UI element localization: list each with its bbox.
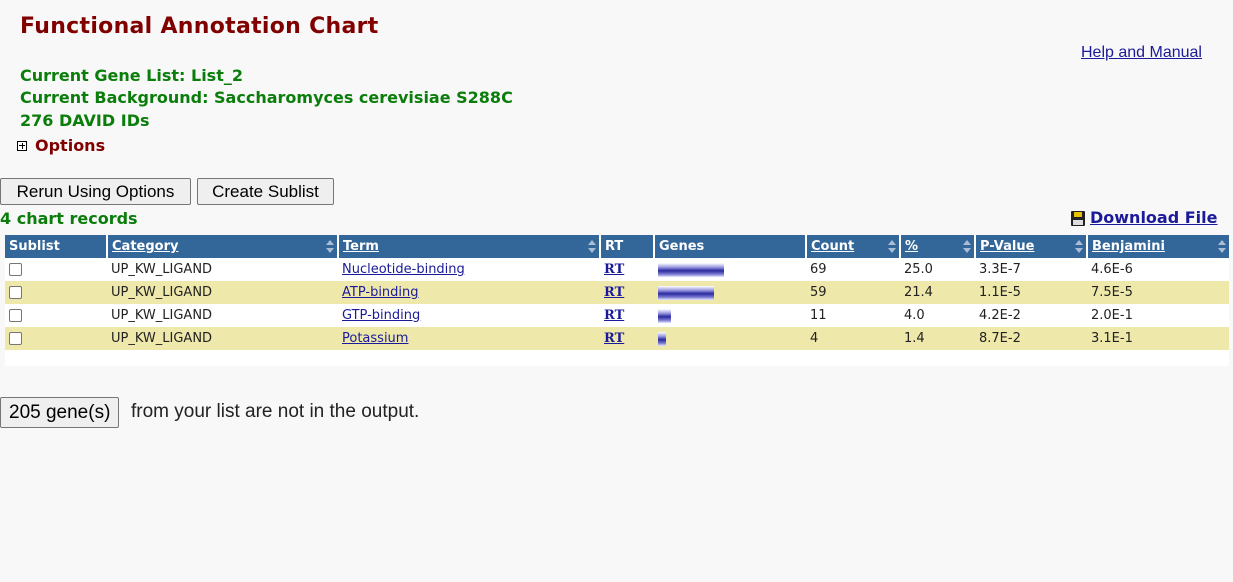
- sublist-checkbox[interactable]: [9, 263, 22, 276]
- header-pvalue[interactable]: P-Value: [974, 235, 1087, 258]
- sort-icon[interactable]: [963, 240, 971, 253]
- download-file-link[interactable]: Download File: [1071, 208, 1218, 227]
- gene-bar[interactable]: [658, 308, 671, 323]
- create-sublist-button[interactable]: Create Sublist: [197, 178, 334, 205]
- sublist-checkbox[interactable]: [9, 332, 22, 345]
- count-cell: 69: [806, 258, 900, 281]
- count-cell: 11: [806, 304, 900, 327]
- sort-icon[interactable]: [1218, 240, 1226, 253]
- pvalue-cell: 4.2E-2: [975, 304, 1087, 327]
- header-count[interactable]: Count: [805, 235, 900, 258]
- benjamini-cell: 7.5E-5: [1087, 281, 1229, 304]
- term-link[interactable]: ATP-binding: [342, 285, 419, 300]
- rerun-using-options-button[interactable]: Rerun Using Options: [0, 178, 191, 205]
- count-cell: 59: [806, 281, 900, 304]
- header-benjamini[interactable]: Benjamini: [1086, 235, 1229, 258]
- percent-cell: 4.0: [900, 304, 975, 327]
- sublist-checkbox[interactable]: [9, 286, 22, 299]
- pvalue-cell: 1.1E-5: [975, 281, 1087, 304]
- percent-cell: 1.4: [900, 327, 975, 350]
- annotation-results-table: Sublist Category Term RT Genes Count % P…: [5, 235, 1229, 366]
- gene-bar[interactable]: [658, 331, 666, 346]
- term-link[interactable]: Nucleotide-binding: [342, 262, 465, 277]
- sort-icon[interactable]: [888, 240, 896, 253]
- category-cell: UP_KW_LIGAND: [107, 281, 338, 304]
- benjamini-cell: 3.1E-1: [1087, 327, 1229, 350]
- header-sublist: Sublist: [5, 235, 107, 258]
- rt-link[interactable]: RT: [604, 331, 624, 346]
- table-row: UP_KW_LIGAND GTP-binding RT 11 4.0 4.2E-…: [5, 304, 1229, 327]
- benjamini-cell: 4.6E-6: [1087, 258, 1229, 281]
- gene-bar[interactable]: [658, 285, 714, 300]
- david-ids-count: 276 DAVID IDs: [20, 111, 150, 130]
- term-link[interactable]: Potassium: [342, 331, 408, 346]
- pvalue-cell: 3.3E-7: [975, 258, 1087, 281]
- header-rt: RT: [599, 235, 654, 258]
- options-label[interactable]: Options: [35, 136, 105, 155]
- sublist-checkbox[interactable]: [9, 309, 22, 322]
- sort-icon[interactable]: [1075, 240, 1083, 253]
- rt-link[interactable]: RT: [604, 262, 624, 277]
- pvalue-cell: 8.7E-2: [975, 327, 1087, 350]
- rt-link[interactable]: RT: [604, 285, 624, 300]
- header-genes: Genes: [653, 235, 806, 258]
- current-gene-list: Current Gene List: List_2: [20, 66, 243, 85]
- sort-icon[interactable]: [588, 240, 596, 253]
- chart-records-count: 4 chart records: [0, 209, 138, 228]
- sort-icon[interactable]: [326, 240, 334, 253]
- term-link[interactable]: GTP-binding: [342, 308, 420, 323]
- genes-not-in-output-button[interactable]: 205 gene(s): [0, 397, 120, 428]
- table-spacer-row: [5, 350, 1229, 366]
- percent-cell: 21.4: [900, 281, 975, 304]
- category-cell: UP_KW_LIGAND: [107, 327, 338, 350]
- category-cell: UP_KW_LIGAND: [107, 304, 338, 327]
- header-percent[interactable]: %: [899, 235, 975, 258]
- header-category[interactable]: Category: [106, 235, 338, 258]
- help-and-manual-link[interactable]: Help and Manual: [1081, 44, 1202, 62]
- expand-plus-icon[interactable]: [17, 140, 27, 151]
- floppy-disk-icon: [1071, 211, 1085, 226]
- current-background: Current Background: Saccharomyces cerevi…: [20, 88, 513, 107]
- table-header-row: Sublist Category Term RT Genes Count % P…: [5, 235, 1229, 258]
- table-row: UP_KW_LIGAND Nucleotide-binding RT 69 25…: [5, 258, 1229, 281]
- benjamini-cell: 2.0E-1: [1087, 304, 1229, 327]
- gene-bar[interactable]: [658, 262, 724, 277]
- download-file-label[interactable]: Download File: [1090, 208, 1218, 227]
- category-cell: UP_KW_LIGAND: [107, 258, 338, 281]
- genes-not-in-output-text: from your list are not in the output.: [131, 401, 420, 422]
- percent-cell: 25.0: [900, 258, 975, 281]
- header-term[interactable]: Term: [337, 235, 600, 258]
- options-toggle[interactable]: Options: [17, 136, 105, 155]
- table-row: UP_KW_LIGAND Potassium RT 4 1.4 8.7E-2 3…: [5, 327, 1229, 350]
- page-title: Functional Annotation Chart: [20, 14, 379, 39]
- count-cell: 4: [806, 327, 900, 350]
- rt-link[interactable]: RT: [604, 308, 624, 323]
- table-row: UP_KW_LIGAND ATP-binding RT 59 21.4 1.1E…: [5, 281, 1229, 304]
